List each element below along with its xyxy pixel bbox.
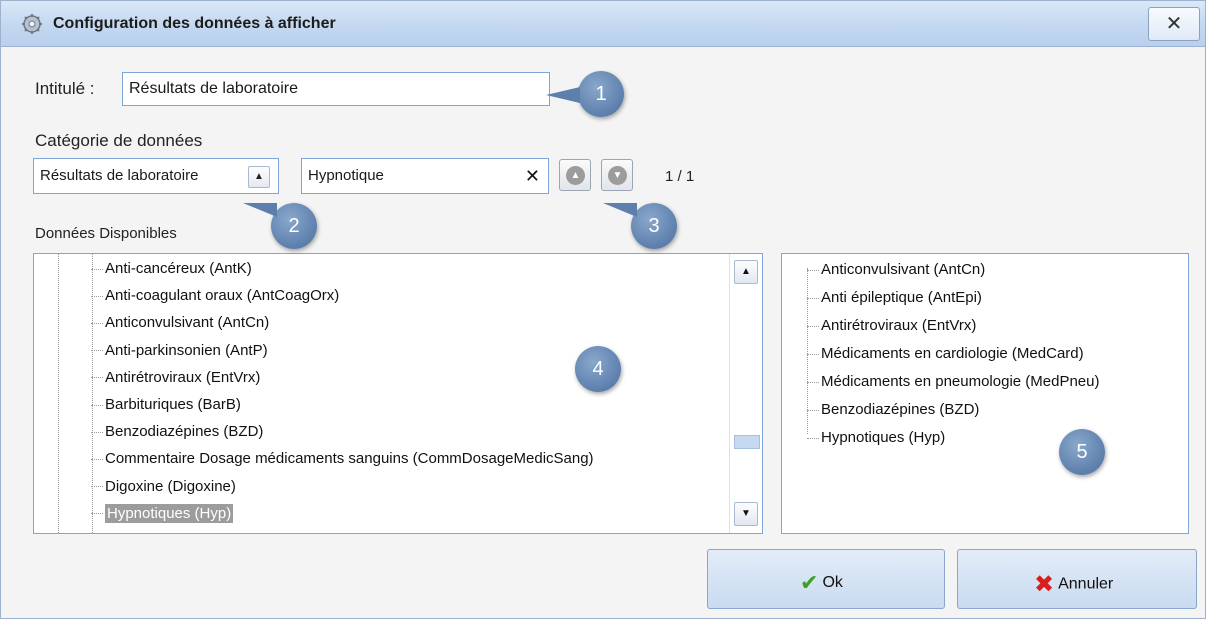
- title-bar[interactable]: Configuration des données à afficher ✕: [1, 1, 1205, 47]
- selected-item-label: Benzodiazépines (BZD): [821, 401, 980, 418]
- available-item[interactable]: Antirétroviraux (EntVrx): [91, 369, 260, 386]
- tree-connector: [91, 350, 103, 352]
- intitule-input[interactable]: Résultats de laboratoire: [122, 72, 550, 106]
- next-match-button[interactable]: ▼: [601, 159, 633, 191]
- tree-connector: [91, 458, 103, 460]
- vertical-scrollbar[interactable]: ▲ ▼: [729, 254, 761, 533]
- callout-5: 5: [1059, 429, 1105, 475]
- tree-connector: [807, 269, 819, 271]
- callout-4: 4: [575, 346, 621, 392]
- chevron-up-icon[interactable]: ▲: [248, 166, 270, 188]
- available-item-label: Anticonvulsivant (AntCn): [105, 314, 270, 332]
- check-icon: ✔: [800, 570, 819, 595]
- selected-item[interactable]: Médicaments en cardiologie (MedCard): [807, 345, 1084, 362]
- selected-item[interactable]: Hypnotiques (Hyp): [807, 429, 945, 446]
- selected-item[interactable]: Médicaments en pneumologie (MedPneu): [807, 373, 1100, 390]
- available-item[interactable]: Anti-coagulant oraux (AntCoagOrx): [91, 287, 339, 304]
- callout-pointer: [603, 203, 637, 217]
- categorie-select[interactable]: Résultats de laboratoire ▲: [33, 158, 279, 194]
- available-item[interactable]: Barbituriques (BarB): [91, 396, 241, 413]
- tree-connector: [807, 325, 819, 327]
- close-icon: ✕: [1165, 13, 1183, 35]
- available-item-label: Commentaire Dosage médicaments sanguins …: [105, 450, 594, 468]
- config-dialog: Configuration des données à afficher ✕ I…: [0, 0, 1206, 619]
- intitule-label: Intitulé :: [35, 79, 95, 98]
- donnees-disponibles-label: Données Disponibles: [35, 225, 177, 242]
- clear-icon[interactable]: ✕: [525, 166, 540, 187]
- prev-match-button[interactable]: ▲: [559, 159, 591, 191]
- available-item-label: Hypnotiques (Hyp): [105, 503, 234, 523]
- cross-icon: ✖: [1034, 571, 1055, 598]
- tree-connector: [807, 353, 819, 355]
- tree-connector: [91, 322, 103, 324]
- available-item[interactable]: Digoxine (Digoxine): [91, 478, 236, 495]
- selected-item-label: Médicaments en pneumologie (MedPneu): [821, 373, 1100, 390]
- callout-3: 3: [631, 203, 677, 249]
- ok-label: Ok: [822, 574, 843, 592]
- search-input[interactable]: Hypnotique ✕: [301, 158, 549, 194]
- tree-connector: [91, 295, 103, 297]
- tree-connector: [91, 404, 103, 406]
- close-button[interactable]: ✕: [1148, 7, 1200, 41]
- callout-pointer: [546, 87, 580, 103]
- gear-icon: [22, 14, 42, 34]
- available-item-label: Anti-cancéreux (AntK): [105, 260, 252, 277]
- selected-item-label: Hypnotiques (Hyp): [821, 429, 946, 446]
- callout-2: 2: [271, 203, 317, 249]
- tree-connector: [807, 381, 819, 383]
- available-item-label: Benzodiazépines (BZD): [105, 423, 264, 441]
- cancel-button[interactable]: ✖ Annuler: [957, 549, 1197, 609]
- tree-guide-line: [58, 254, 59, 533]
- search-value: Hypnotique: [308, 167, 384, 184]
- match-count: 1 / 1: [665, 168, 695, 185]
- tree-connector: [91, 513, 103, 515]
- selected-item-label: Anti épileptique (AntEpi): [821, 289, 982, 306]
- tree-connector: [91, 268, 103, 270]
- down-arrow-icon: ▼: [608, 166, 627, 185]
- tree-connector: [807, 297, 819, 299]
- selected-item[interactable]: Antirétroviraux (EntVrx): [807, 317, 976, 334]
- available-item-label: Anti-coagulant oraux (AntCoagOrx): [105, 287, 340, 305]
- selected-item-label: Antirétroviraux (EntVrx): [821, 317, 977, 334]
- tree-connector: [91, 377, 103, 379]
- available-item[interactable]: Hypnotiques (Hyp): [91, 503, 234, 523]
- tree-connector: [91, 486, 103, 488]
- available-item-label: Anti-parkinsonien (AntP): [105, 341, 268, 359]
- available-item[interactable]: Anticonvulsivant (AntCn): [91, 314, 269, 331]
- scroll-up-icon[interactable]: ▲: [734, 260, 758, 284]
- up-arrow-icon: ▲: [566, 166, 585, 185]
- available-item[interactable]: Benzodiazépines (BZD): [91, 423, 263, 440]
- tree-connector: [807, 409, 819, 411]
- scroll-down-icon[interactable]: ▼: [734, 502, 758, 526]
- available-item[interactable]: Anti-parkinsonien (AntP): [91, 342, 268, 359]
- callout-pointer: [243, 203, 277, 217]
- ok-button[interactable]: ✔ Ok: [707, 549, 945, 609]
- available-item-label: Digoxine (Digoxine): [105, 477, 236, 495]
- available-item[interactable]: Anti-cancéreux (AntK): [91, 260, 252, 277]
- cancel-label: Annuler: [1058, 575, 1114, 593]
- available-item[interactable]: Commentaire Dosage médicaments sanguins …: [91, 450, 594, 467]
- categorie-value: Résultats de laboratoire: [40, 167, 199, 184]
- tree-connector: [91, 431, 103, 433]
- categorie-label: Catégorie de données: [35, 131, 203, 150]
- available-item-label: Antirétroviraux (EntVrx): [105, 368, 261, 386]
- selected-item-label: Médicaments en cardiologie (MedCard): [821, 345, 1084, 362]
- selected-item[interactable]: Benzodiazépines (BZD): [807, 401, 979, 418]
- available-item-label: Barbituriques (BarB): [105, 396, 241, 413]
- selected-item[interactable]: Anti épileptique (AntEpi): [807, 289, 982, 306]
- callout-1: 1: [578, 71, 624, 117]
- tree-connector: [807, 437, 819, 439]
- selected-item[interactable]: Anticonvulsivant (AntCn): [807, 261, 985, 278]
- selected-item-label: Anticonvulsivant (AntCn): [821, 261, 986, 278]
- window-title: Configuration des données à afficher: [53, 15, 336, 32]
- scroll-thumb[interactable]: [734, 435, 760, 449]
